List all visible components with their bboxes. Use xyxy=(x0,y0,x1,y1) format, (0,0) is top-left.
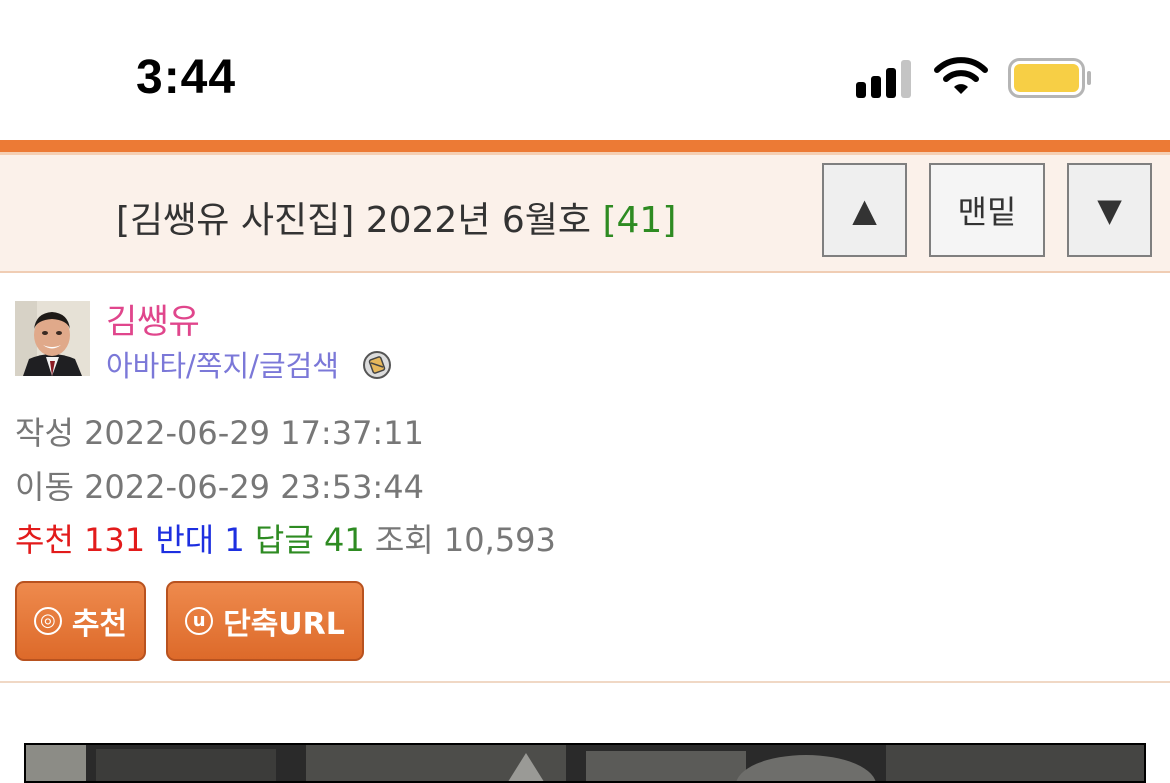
post-title-text: [김쌩유 사진집] 2022년 6월호 xyxy=(116,200,592,241)
comment-count[interactable]: [41] xyxy=(602,200,676,241)
wifi-icon xyxy=(934,56,988,98)
moved-label: 이동 xyxy=(15,468,74,506)
battery-icon xyxy=(1008,58,1092,98)
views-count: 10,593 xyxy=(443,521,556,559)
short-url-button[interactable]: u 단축URL xyxy=(166,581,364,661)
url-icon: u xyxy=(185,607,214,635)
post-stats: 추천 131 반대 1 답글 41 조회 10,593 xyxy=(15,515,556,561)
go-bottom-button[interactable]: 맨밑 xyxy=(929,163,1045,257)
recommend-label: 추천 xyxy=(15,521,74,559)
scroll-up-button[interactable]: ▲ xyxy=(822,163,907,257)
section-divider xyxy=(0,681,1170,683)
message-icon[interactable] xyxy=(362,350,392,380)
recommend-button-label: 추천 xyxy=(71,607,128,642)
moved-value: 2022-06-29 23:53:44 xyxy=(84,468,424,506)
target-icon: ◎ xyxy=(33,607,62,635)
short-url-button-label: 단축URL xyxy=(223,607,345,642)
post-photo[interactable] xyxy=(24,743,1146,783)
oppose-label: 반대 xyxy=(155,521,215,559)
accent-rule xyxy=(0,140,1170,152)
views-label: 조회 xyxy=(374,521,434,559)
avatar[interactable] xyxy=(15,301,90,376)
written-value: 2022-06-29 17:37:11 xyxy=(84,414,424,452)
status-bar: 3:44 xyxy=(0,0,1170,140)
author-links[interactable]: 아바타/쪽지/글검색 xyxy=(106,343,339,385)
author-name[interactable]: 김쌩유 xyxy=(106,294,200,343)
status-time: 3:44 xyxy=(136,51,237,104)
recommend-count: 131 xyxy=(84,521,146,559)
oppose-count: 1 xyxy=(224,521,245,559)
post-header: [김쌩유 사진집] 2022년 6월호 [41] ▲ 맨밑 ▼ xyxy=(0,155,1170,273)
written-label: 작성 xyxy=(15,414,74,452)
post-title: [김쌩유 사진집] 2022년 6월호 [41] xyxy=(116,191,676,243)
reply-label: 답글 xyxy=(254,521,314,559)
recommend-button[interactable]: ◎ 추천 xyxy=(15,581,146,661)
scroll-down-button[interactable]: ▼ xyxy=(1067,163,1152,257)
written-date: 작성 2022-06-29 17:37:11 xyxy=(15,408,424,454)
reply-count: 41 xyxy=(323,521,365,559)
moved-date: 이동 2022-06-29 23:53:44 xyxy=(15,462,424,508)
cellular-signal-icon xyxy=(856,58,916,98)
